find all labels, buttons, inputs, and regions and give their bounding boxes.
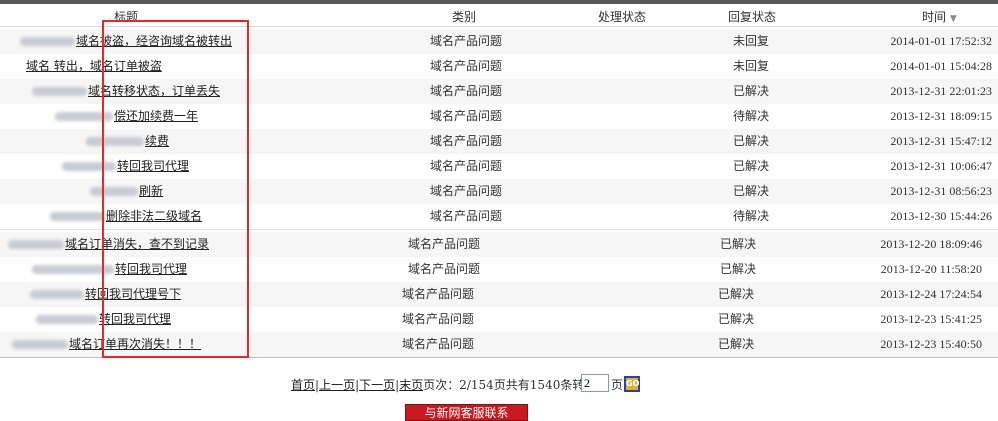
row-category: 域名产品问题: [430, 184, 503, 198]
go-button[interactable]: GO: [624, 376, 640, 392]
sort-down-icon: ▼: [949, 14, 957, 24]
redacted-domain: [20, 37, 75, 46]
page-summary: 页次：2/154页共有1540条转到: [423, 378, 597, 392]
row-category: 域名产品问题: [430, 159, 503, 173]
row-reply-status: 已解决: [718, 287, 755, 301]
row-reply-status: 已解决: [720, 237, 757, 251]
row-reply-status: 未回复: [733, 34, 770, 48]
row-reply-status: 待解决: [733, 109, 770, 123]
row-time: 2013-12-23 15:40:50: [880, 337, 982, 351]
row-category: 域名产品问题: [408, 237, 481, 251]
row-category: 域名产品问题: [402, 312, 475, 326]
row-reply-status: 已解决: [733, 184, 770, 198]
row-time: 2013-12-24 17:24:54: [880, 287, 982, 301]
last-page-link[interactable]: 末页: [399, 378, 423, 392]
redacted-domain: [8, 240, 64, 249]
header-process-status: 处理状态: [598, 10, 647, 24]
header-category: 类别: [452, 10, 477, 24]
row-time: 2013-12-31 08:56:23: [890, 184, 992, 198]
row-reply-status: 已解决: [718, 337, 755, 351]
row-time: 2014-01-01 17:52:32: [890, 34, 992, 48]
pagination-links: 首页|上一页|下一页|末页页次：2/154页共有1540条转到: [291, 378, 597, 392]
redacted-domain: [30, 290, 84, 299]
redacted-domain: [12, 340, 68, 349]
row-time: 2013-12-30 15:44:26: [890, 209, 992, 223]
header-time[interactable]: 时间 ▼: [922, 8, 957, 25]
highlight-box: [102, 20, 249, 358]
row-time: 2013-12-31 18:09:15: [890, 109, 992, 123]
redacted-domain: [32, 87, 87, 96]
row-reply-status: 未回复: [733, 59, 770, 73]
redacted-domain: [36, 315, 98, 324]
row-category: 域名产品问题: [408, 262, 481, 276]
row-time: 2013-12-31 15:47:12: [890, 134, 992, 148]
row-time: 2013-12-31 10:06:47: [890, 159, 992, 173]
row-time: 2013-12-20 11:58:20: [880, 262, 982, 276]
row-time: 2013-12-23 15:41:25: [880, 312, 982, 326]
row-time: 2013-12-20 18:09:46: [880, 237, 982, 251]
redacted-domain: [50, 212, 105, 221]
first-page-link[interactable]: 首页: [291, 378, 315, 392]
header-time-label: 时间: [922, 10, 947, 24]
row-category: 域名产品问题: [430, 34, 503, 48]
row-reply-status: 已解决: [733, 84, 770, 98]
row-category: 域名产品问题: [402, 287, 475, 301]
contact-support-button[interactable]: 与新网客服联系: [405, 404, 528, 421]
row-time: 2014-01-01 15:04:28: [890, 59, 992, 73]
row-reply-status: 待解决: [733, 209, 770, 223]
header-reply-status: 回复状态: [728, 10, 777, 24]
row-reply-status: 已解决: [733, 134, 770, 148]
row-category: 域名产品问题: [430, 84, 503, 98]
row-category: 域名产品问题: [430, 109, 503, 123]
row-reply-status: 已解决: [718, 312, 755, 326]
row-time: 2013-12-31 22:01:23: [890, 84, 992, 98]
page-suffix: 页: [611, 378, 624, 392]
row-category: 域名产品问题: [430, 59, 503, 73]
row-reply-status: 已解决: [720, 262, 757, 276]
row-category: 域名产品问题: [402, 337, 475, 351]
row-category: 域名产品问题: [430, 209, 503, 223]
next-page-link[interactable]: 下一页: [359, 378, 395, 392]
prev-page-link[interactable]: 上一页: [319, 378, 355, 392]
row-reply-status: 已解决: [733, 159, 770, 173]
page-number-input[interactable]: [581, 374, 609, 392]
row-category: 域名产品问题: [430, 134, 503, 148]
